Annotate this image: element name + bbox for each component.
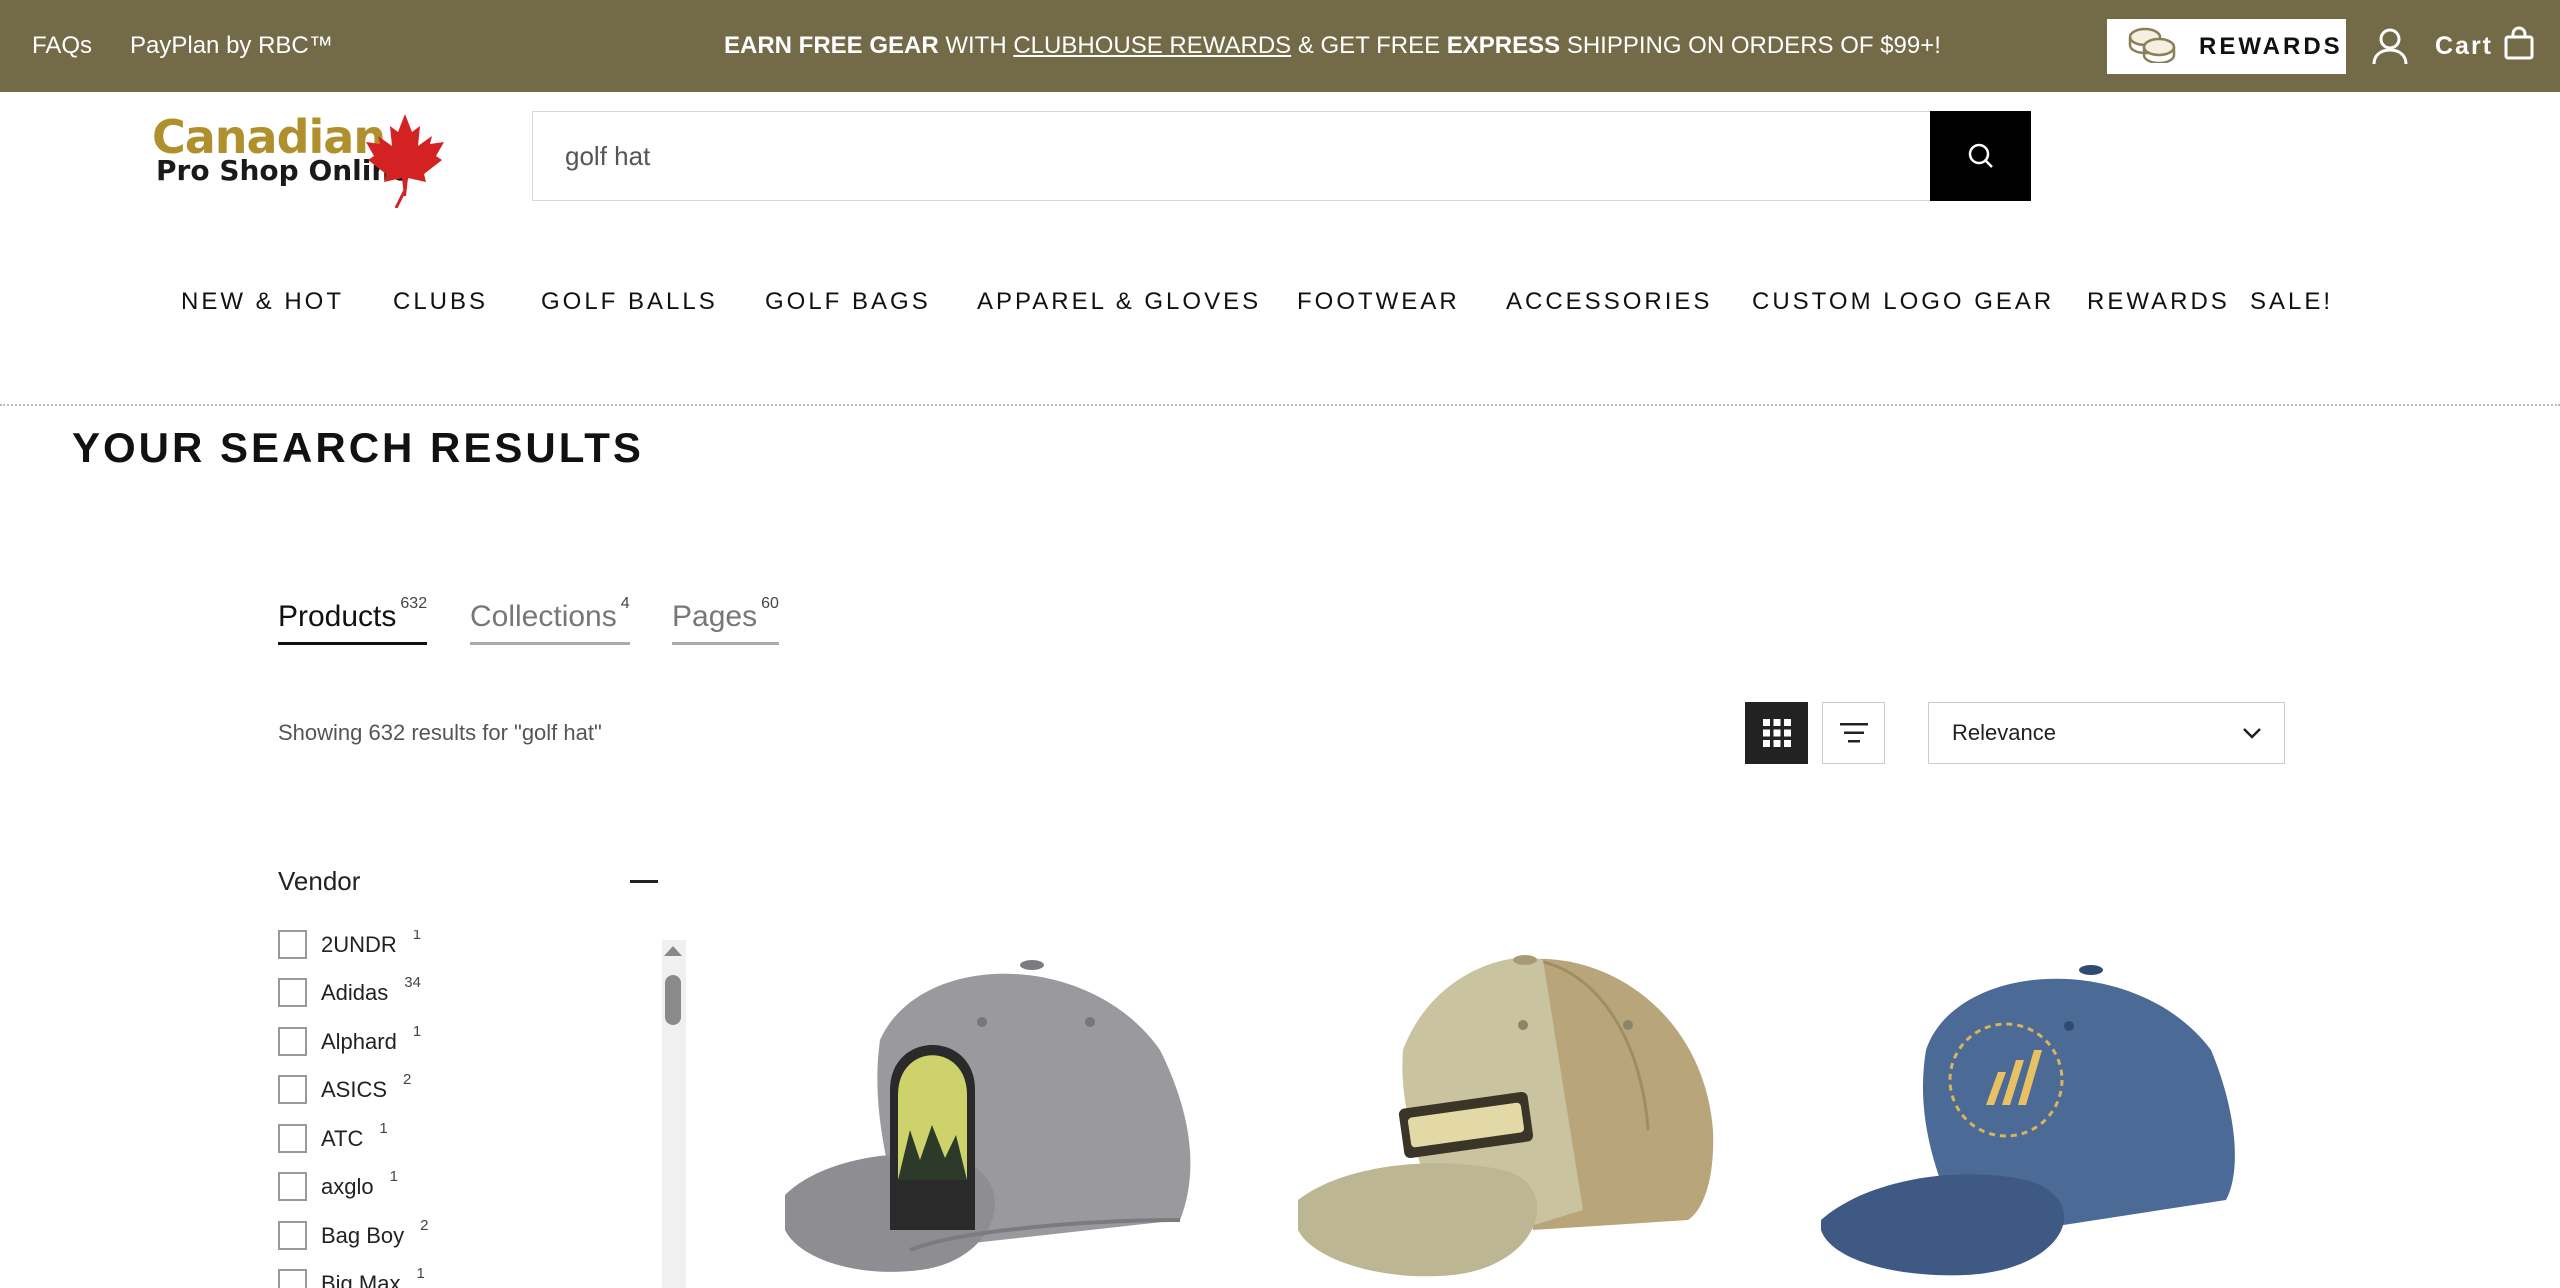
checkbox[interactable] — [278, 930, 307, 959]
vendor-filter-item[interactable]: ASICS 2 — [278, 1071, 411, 1104]
shopping-bag-icon — [2503, 25, 2535, 67]
payplan-link[interactable]: PayPlan by RBC™ — [130, 32, 333, 60]
vendor-name: Bag Boy — [321, 1222, 405, 1248]
promo-message: EARN FREE GEAR WITH CLUBHOUSE REWARDS & … — [724, 0, 1941, 92]
vendor-name: Adidas — [321, 979, 389, 1005]
vendor-filter-title: Vendor — [278, 866, 361, 896]
nav-item-clubs[interactable]: CLUBS — [393, 288, 488, 316]
checkbox[interactable] — [278, 1075, 307, 1104]
tab-count: 632 — [400, 595, 428, 612]
collapse-icon[interactable] — [630, 880, 658, 883]
faqs-link[interactable]: FAQs — [32, 32, 92, 60]
nav-item-rewards[interactable]: REWARDS — [2087, 288, 2230, 316]
navy-golf-cap-image — [1821, 965, 2235, 1276]
nav-item-custom-logo-gear[interactable]: CUSTOM LOGO GEAR — [1752, 288, 2054, 316]
nav-item-sale[interactable]: SALE! — [2250, 288, 2333, 316]
vendor-count: 2 — [403, 1071, 412, 1088]
vendor-name: 2UNDR — [321, 931, 397, 957]
product-card[interactable] — [760, 930, 1200, 1288]
vendor-count: 1 — [412, 1023, 422, 1040]
cart-button[interactable]: Cart — [2435, 24, 2535, 68]
vendor-count: 1 — [379, 1120, 388, 1137]
tab-pages[interactable]: Pages 60 — [672, 595, 779, 645]
promo-text: SHIPPING ON ORDERS OF $99+! — [1560, 32, 1941, 59]
utility-links: FAQs PayPlan by RBC™ — [32, 0, 333, 92]
site-logo[interactable]: Canadian Pro Shop Online — [150, 108, 450, 208]
tab-collections[interactable]: Collections 4 — [470, 595, 630, 645]
chevron-down-icon — [2243, 728, 2261, 739]
tab-label: Products — [278, 600, 397, 633]
list-view-button[interactable] — [1822, 702, 1885, 764]
search-box — [532, 111, 1932, 201]
checkbox[interactable] — [278, 1269, 307, 1288]
vendor-count: 2 — [420, 1217, 429, 1234]
account-icon[interactable] — [2370, 26, 2410, 66]
vendor-filter-item[interactable]: ATC 1 — [278, 1120, 388, 1153]
vendor-name: ATC — [321, 1125, 364, 1151]
nav-item-new-hot[interactable]: NEW & HOT — [181, 288, 344, 316]
page-title: YOUR SEARCH RESULTS — [72, 424, 644, 471]
vendor-filter-item[interactable]: axglo 1 — [278, 1168, 398, 1201]
nav-divider — [0, 404, 2560, 406]
sort-select[interactable]: Relevance — [1928, 702, 2285, 764]
checkbox[interactable] — [278, 1221, 307, 1250]
main-navigation: NEW & HOT CLUBS GOLF BALLS GOLF BAGS APP… — [0, 288, 2560, 324]
vendor-filter-item[interactable]: Adidas 34 — [278, 974, 421, 1007]
checkbox[interactable] — [278, 1124, 307, 1153]
vendor-count: 1 — [389, 1168, 398, 1185]
promo-text: & GET FREE — [1291, 32, 1447, 59]
search-icon — [1968, 143, 1993, 168]
list-icon — [1839, 723, 1868, 743]
nav-item-footwear[interactable]: FOOTWEAR — [1297, 288, 1460, 316]
search-button[interactable] — [1930, 111, 2031, 201]
khaki-trucker-cap-image — [1298, 955, 1714, 1277]
maple-leaf-icon — [366, 114, 444, 208]
vendor-filter-list: 2UNDR 1 Adidas 34 Alphard 1 ASICS 2 ATC 1 axg… — [278, 930, 658, 1288]
sort-selected-value: Relevance — [1952, 720, 2056, 745]
rewards-button[interactable]: REWARDS — [2107, 19, 2346, 74]
promo-express: EXPRESS — [1446, 32, 1561, 59]
vendor-name: Big Max — [321, 1270, 401, 1288]
nav-item-apparel-gloves[interactable]: APPAREL & GLOVES — [977, 288, 1261, 316]
vendor-filter-item[interactable]: Alphard 1 — [278, 1023, 421, 1056]
vendor-count: 1 — [412, 930, 422, 943]
vendor-name: ASICS — [321, 1076, 388, 1102]
cart-label: Cart — [2435, 31, 2494, 60]
tab-count: 60 — [761, 595, 779, 612]
vendor-count: 34 — [404, 974, 421, 991]
tab-label: Pages — [672, 600, 758, 633]
nav-item-accessories[interactable]: ACCESSORIES — [1506, 288, 1712, 316]
announcement-bar: FAQs PayPlan by RBC™ EARN FREE GEAR WITH… — [0, 0, 2560, 92]
grid-view-button[interactable] — [1745, 702, 1808, 764]
tab-count: 4 — [620, 595, 630, 612]
vendor-name: axglo — [321, 1173, 374, 1199]
rewards-button-label: REWARDS — [2199, 32, 2343, 60]
vendor-filter-item[interactable]: Big Max 1 — [278, 1265, 425, 1288]
scroll-up-arrow-icon[interactable] — [664, 946, 682, 956]
promo-earn-free-gear: EARN FREE GEAR — [724, 32, 939, 59]
tab-label: Collections — [470, 600, 617, 633]
product-card[interactable] — [1283, 930, 1723, 1288]
grid-icon — [1762, 719, 1791, 747]
vendor-name: Alphard — [321, 1028, 397, 1054]
nav-item-golf-bags[interactable]: GOLF BAGS — [765, 288, 931, 316]
checkbox[interactable] — [278, 1027, 307, 1056]
scrollbar-thumb[interactable] — [665, 975, 681, 1025]
vendor-filter-item[interactable]: 2UNDR 1 — [278, 930, 421, 959]
vendor-filter-item[interactable]: Bag Boy 2 — [278, 1217, 429, 1250]
grey-golf-cap-image — [785, 960, 1191, 1272]
coins-icon — [2127, 23, 2179, 70]
tab-products[interactable]: Products 632 — [278, 595, 428, 645]
checkbox[interactable] — [278, 1172, 307, 1201]
clubhouse-rewards-link[interactable]: CLUBHOUSE REWARDS — [1013, 32, 1291, 60]
promo-text: WITH — [938, 32, 1014, 59]
checkbox[interactable] — [278, 978, 307, 1007]
results-count-text: Showing 632 results for "golf hat" — [278, 720, 602, 745]
product-card[interactable] — [1806, 930, 2246, 1288]
search-input[interactable] — [533, 112, 1931, 200]
vendor-count: 1 — [416, 1265, 425, 1282]
nav-item-golf-balls[interactable]: GOLF BALLS — [541, 288, 718, 316]
